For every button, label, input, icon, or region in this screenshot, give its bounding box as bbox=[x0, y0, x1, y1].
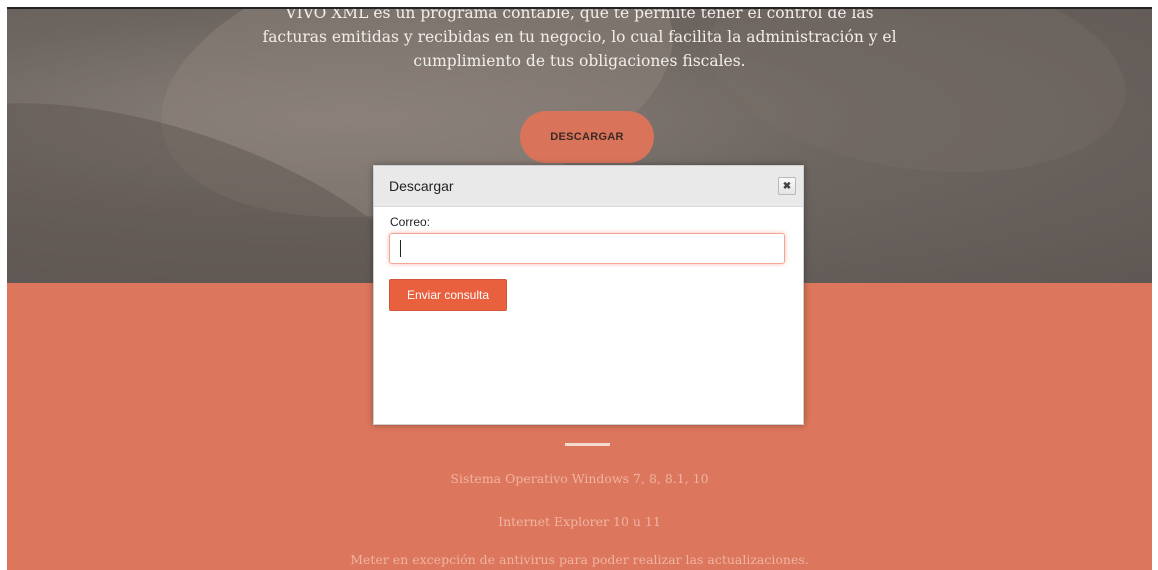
download-dialog: Descargar ✖ Correo: Enviar consulta bbox=[373, 165, 804, 425]
dialog-header: Descargar ✖ bbox=[374, 166, 803, 207]
requirement-item: Sistema Operativo Windows 7, 8, 8.1, 10 bbox=[450, 471, 709, 486]
requirement-item: Meter en excepción de antivirus para pod… bbox=[350, 552, 809, 567]
submit-button[interactable]: Enviar consulta bbox=[389, 279, 507, 311]
dialog-title: Descargar bbox=[389, 178, 454, 194]
hero-description: VIVO XML es un programa contable, que te… bbox=[7, 9, 1152, 73]
hero-text-line: VIVO XML es un programa contable, que te… bbox=[285, 9, 874, 22]
requirement-item: Internet Explorer 10 u 11 bbox=[498, 514, 661, 529]
text-cursor bbox=[400, 240, 401, 257]
email-label: Correo: bbox=[390, 215, 431, 229]
download-button[interactable]: DESCARGAR bbox=[520, 111, 654, 163]
hero-text-line: cumplimiento de tus obligaciones fiscale… bbox=[413, 52, 746, 70]
close-icon[interactable]: ✖ bbox=[778, 177, 796, 195]
page-frame: VIVO XML es un programa contable, que te… bbox=[7, 7, 1152, 570]
section-divider bbox=[565, 443, 610, 446]
hero-text-line: facturas emitidas y recibidas en tu nego… bbox=[262, 28, 897, 46]
email-field[interactable] bbox=[389, 233, 785, 264]
